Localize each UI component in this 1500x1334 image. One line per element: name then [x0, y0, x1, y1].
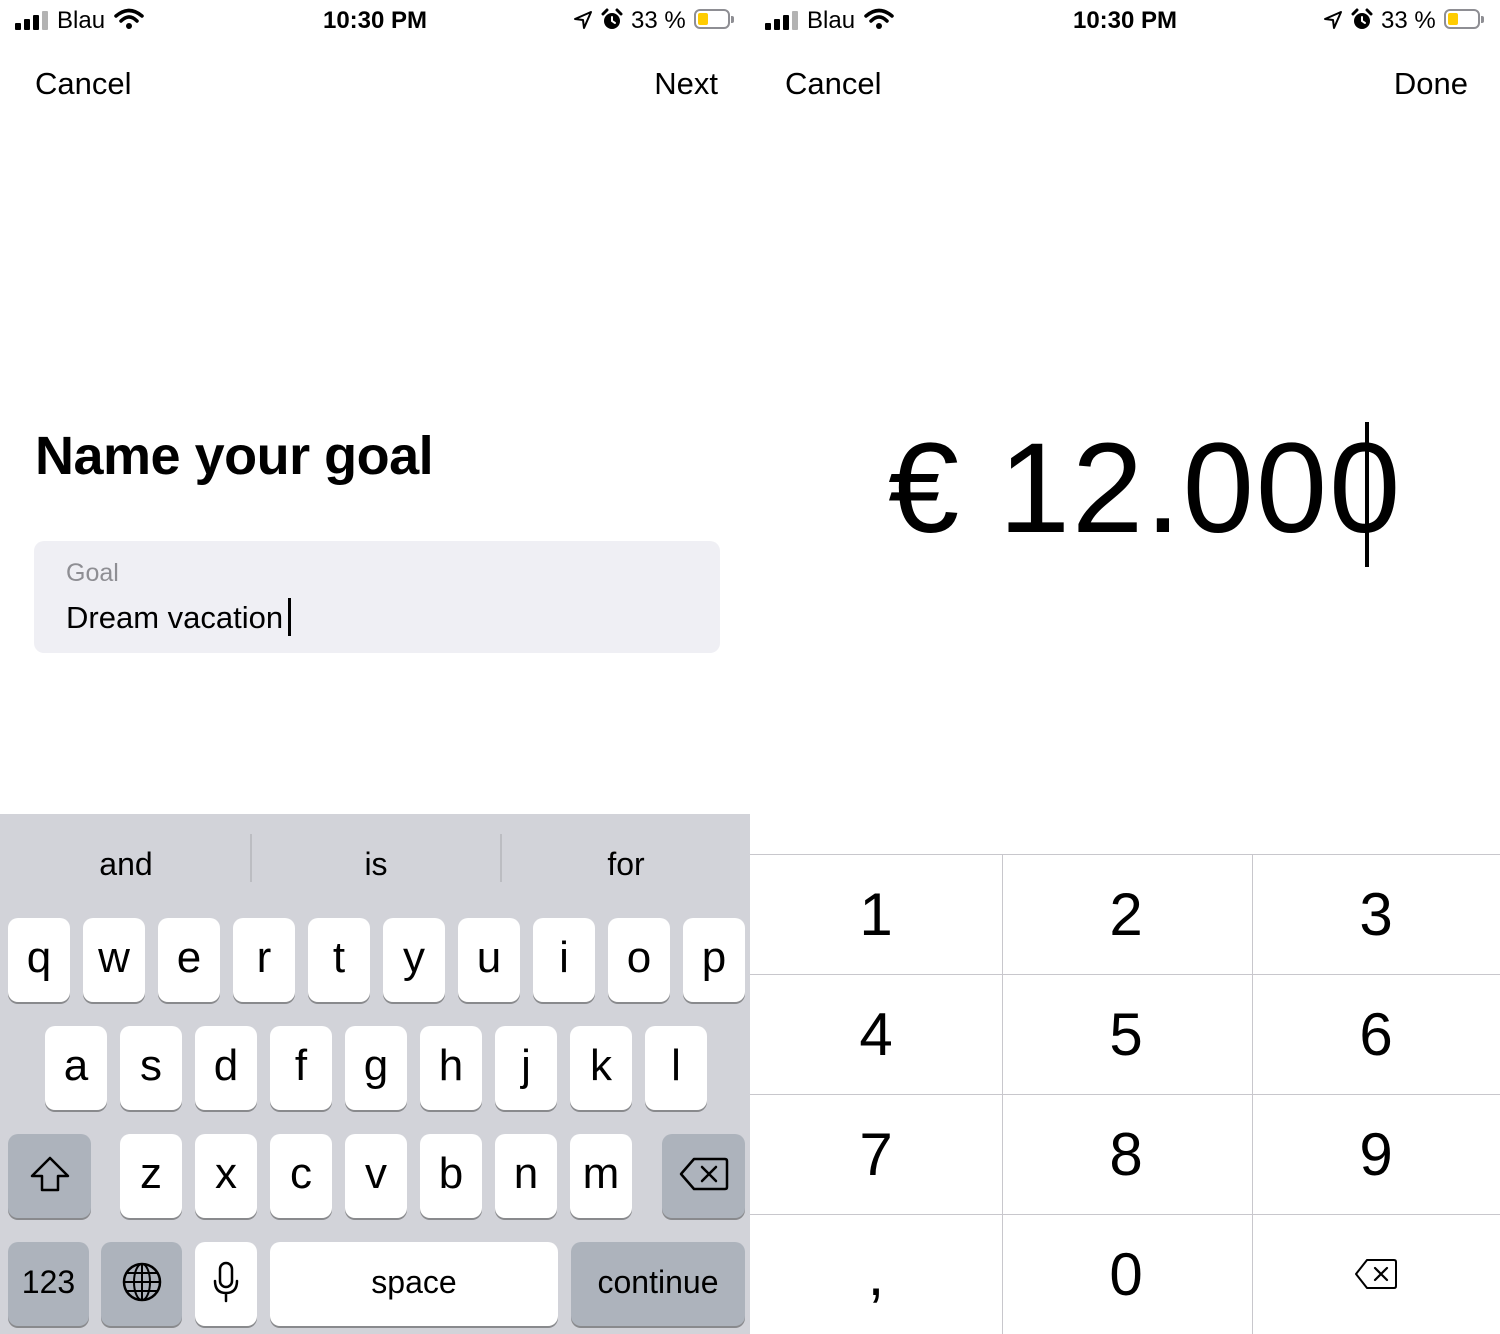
shift-key[interactable] — [8, 1134, 91, 1218]
numpad-key-comma[interactable]: , — [751, 1214, 1001, 1334]
numpad-key-7[interactable]: 7 — [751, 1094, 1001, 1214]
suggestion-2[interactable]: is — [251, 814, 501, 914]
numpad-key-5[interactable]: 5 — [1001, 974, 1251, 1094]
key-r[interactable]: r — [233, 918, 295, 1002]
continue-key[interactable]: continue — [571, 1242, 745, 1326]
goal-amount-screen: Blau 10:30 PM 33 % Cancel Done € 12.000 — [750, 0, 1500, 1334]
numpad-key-6[interactable]: 6 — [1251, 974, 1500, 1094]
dictation-key[interactable] — [195, 1242, 257, 1326]
suggestion-3[interactable]: for — [501, 814, 750, 914]
key-t[interactable]: t — [308, 918, 370, 1002]
globe-icon — [122, 1262, 161, 1302]
key-g[interactable]: g — [345, 1026, 407, 1110]
delete-key[interactable] — [662, 1134, 745, 1218]
suggestion-1[interactable]: and — [1, 814, 251, 914]
numpad-key-0[interactable]: 0 — [1001, 1214, 1251, 1334]
goal-input-value: Dream vacation — [66, 600, 284, 635]
alarm-icon — [1351, 8, 1373, 29]
location-arrow-icon — [574, 11, 592, 29]
key-w[interactable]: w — [83, 918, 145, 1002]
key-j[interactable]: j — [495, 1026, 557, 1110]
goal-input[interactable]: Dream vacation — [66, 598, 292, 636]
delete-icon — [679, 1157, 728, 1191]
cancel-button[interactable]: Cancel — [785, 66, 882, 102]
stage: Blau 10:30 PM 33 % Cancel Next Name your… — [0, 0, 1500, 1334]
globe-key[interactable] — [101, 1242, 182, 1326]
keyboard: and is for q w e r t y u i o p a s d f g… — [0, 814, 750, 1334]
next-button[interactable]: Next — [654, 66, 718, 102]
battery-icon — [1444, 9, 1484, 29]
key-l[interactable]: l — [645, 1026, 707, 1110]
text-cursor — [288, 598, 292, 636]
location-arrow-icon — [1324, 11, 1342, 29]
battery-icon — [694, 9, 734, 29]
status-bar: Blau 10:30 PM 33 % — [0, 0, 750, 40]
cancel-button[interactable]: Cancel — [35, 66, 132, 102]
page-title: Name your goal — [35, 426, 434, 486]
goal-field[interactable]: Goal Dream vacation — [34, 541, 720, 653]
key-n[interactable]: n — [495, 1134, 557, 1218]
battery-percent: 33 % — [631, 7, 686, 34]
delete-icon — [1355, 1259, 1397, 1289]
key-z[interactable]: z — [120, 1134, 182, 1218]
key-h[interactable]: h — [420, 1026, 482, 1110]
numpad-key-4[interactable]: 4 — [751, 974, 1001, 1094]
key-k[interactable]: k — [570, 1026, 632, 1110]
key-a[interactable]: a — [45, 1026, 107, 1110]
key-m[interactable]: m — [570, 1134, 632, 1218]
key-q[interactable]: q — [8, 918, 70, 1002]
key-f[interactable]: f — [270, 1026, 332, 1110]
status-bar: Blau 10:30 PM 33 % — [750, 0, 1500, 40]
key-p[interactable]: p — [683, 918, 745, 1002]
numpad-key-8[interactable]: 8 — [1001, 1094, 1251, 1214]
numpad-key-1[interactable]: 1 — [751, 854, 1001, 974]
key-x[interactable]: x — [195, 1134, 257, 1218]
key-o[interactable]: o — [608, 918, 670, 1002]
goal-field-label: Goal — [66, 559, 119, 587]
key-i[interactable]: i — [533, 918, 595, 1002]
key-d[interactable]: d — [195, 1026, 257, 1110]
done-button[interactable]: Done — [1394, 66, 1468, 102]
key-y[interactable]: y — [383, 918, 445, 1002]
amount-input[interactable]: € 12.000 — [888, 425, 1402, 553]
space-key[interactable]: space — [270, 1242, 558, 1326]
key-s[interactable]: s — [120, 1026, 182, 1110]
shift-icon — [30, 1156, 69, 1192]
key-e[interactable]: e — [158, 918, 220, 1002]
alarm-icon — [601, 8, 623, 29]
key-v[interactable]: v — [345, 1134, 407, 1218]
goal-name-screen: Blau 10:30 PM 33 % Cancel Next Name your… — [0, 0, 750, 1334]
numeric-keypad: 1 2 3 4 5 6 7 8 9 , 0 — [750, 854, 1500, 1334]
microphone-icon — [213, 1261, 239, 1303]
numpad-key-3[interactable]: 3 — [1251, 854, 1500, 974]
numpad-key-2[interactable]: 2 — [1001, 854, 1251, 974]
key-c[interactable]: c — [270, 1134, 332, 1218]
text-cursor — [1365, 422, 1369, 567]
key-b[interactable]: b — [420, 1134, 482, 1218]
battery-percent: 33 % — [1381, 7, 1436, 34]
key-u[interactable]: u — [458, 918, 520, 1002]
numpad-delete-key[interactable] — [1251, 1214, 1500, 1334]
numbers-key[interactable]: 123 — [8, 1242, 89, 1326]
numpad-key-9[interactable]: 9 — [1251, 1094, 1500, 1214]
